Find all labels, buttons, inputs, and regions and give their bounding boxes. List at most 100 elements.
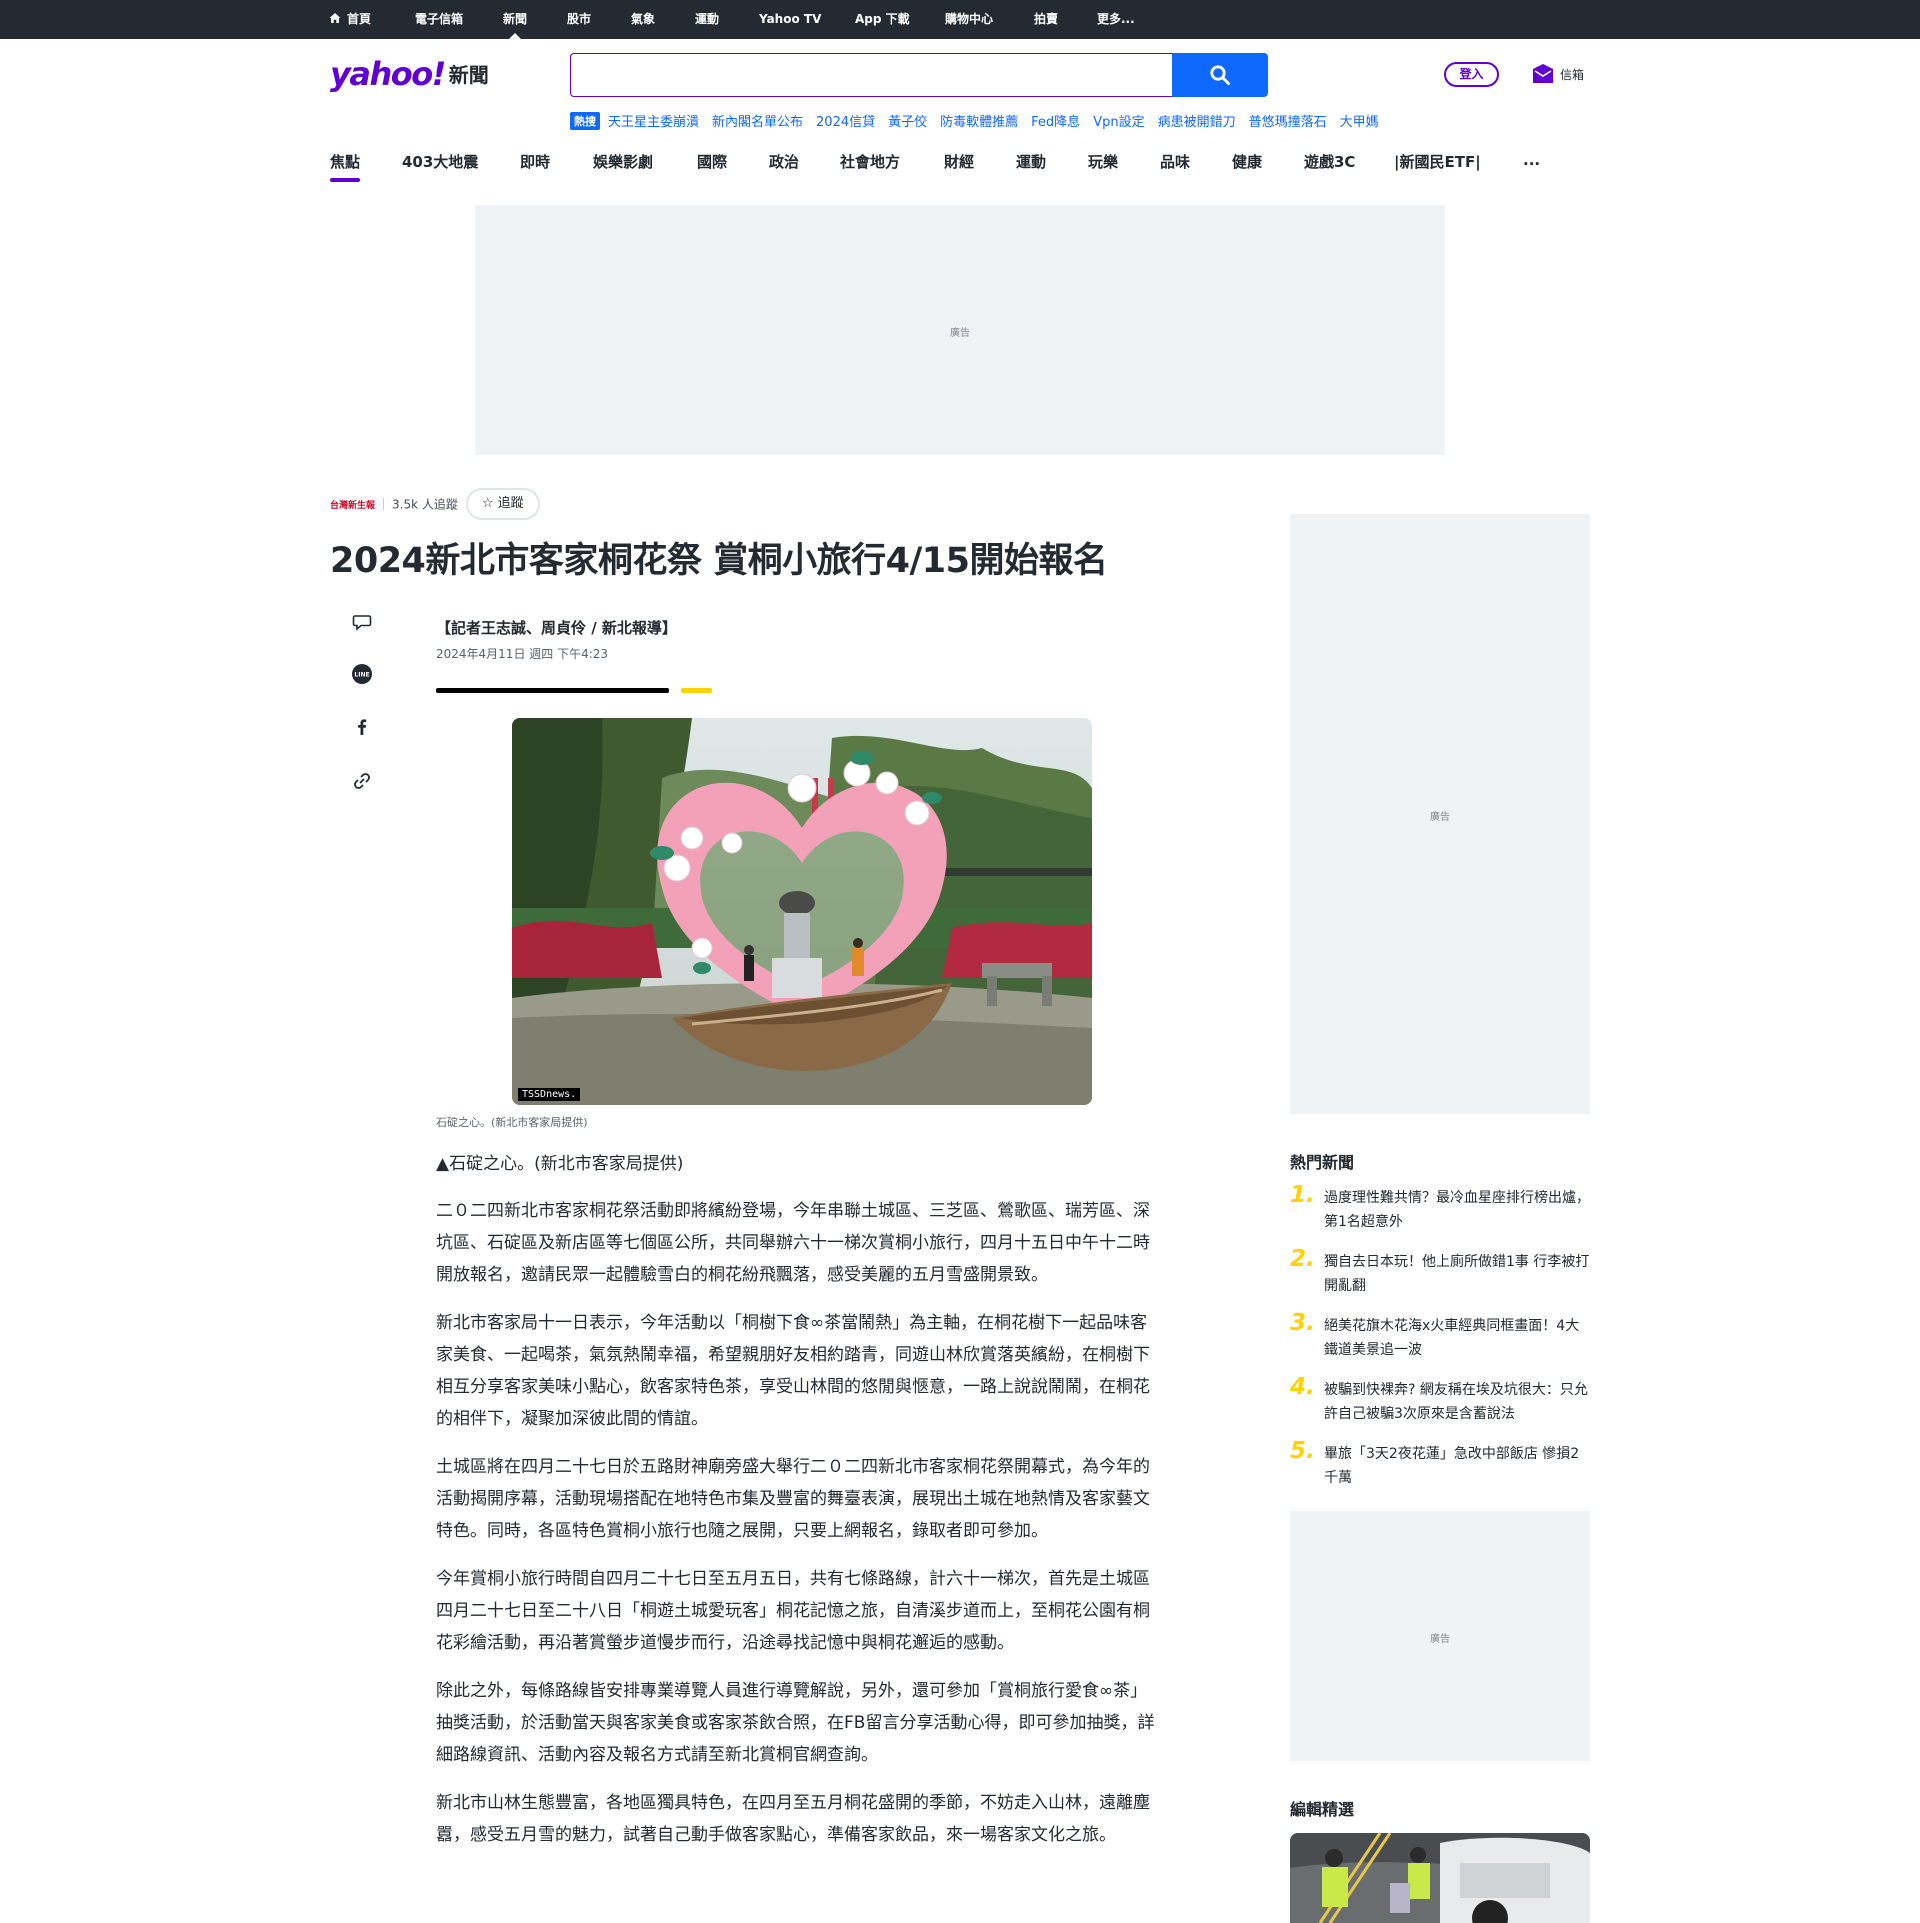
- category-tab-realtime[interactable]: 即時: [520, 151, 550, 183]
- article-paragraph: 除此之外，每條路線皆安排專業導覽人員進行導覽解說，另外，還可參加「賞桐旅行愛食∞…: [436, 1681, 1155, 1765]
- category-tab-games-3c[interactable]: 遊戲3C: [1304, 151, 1355, 183]
- article-divider: [436, 688, 669, 693]
- category-tab-international[interactable]: 國際: [697, 151, 727, 183]
- topbar-shopping[interactable]: 購物中心: [945, 0, 993, 39]
- article-paragraph: 新北市山林生態豐富，各地區獨具特色，在四月至五月桐花盛開的季節，不妨走入山林，遠…: [436, 1793, 1150, 1845]
- hot-news-rank: 4.: [1290, 1374, 1315, 1400]
- hot-news-item[interactable]: 3. 絕美花旗木花海x火車經典同框畫面！4大鐵道美景追一波: [1290, 1310, 1590, 1378]
- article-byline: 【記者王志誠、周貞伶 / 新北報導】: [436, 619, 677, 637]
- heart-arch-photo: [512, 718, 1092, 1105]
- hot-news-title: 絕美花旗木花海x火車經典同框畫面！4大鐵道美景追一波: [1324, 1318, 1580, 1358]
- topbar-mail[interactable]: 電子信箱: [415, 0, 463, 39]
- category-tab-travel[interactable]: 玩樂: [1088, 151, 1118, 183]
- trending-link[interactable]: 新內閣名單公布: [712, 115, 803, 130]
- trending-link[interactable]: 大甲媽: [1340, 115, 1379, 130]
- trending-link[interactable]: Vpn設定: [1093, 115, 1144, 130]
- trending-link[interactable]: 普悠瑪撞落石: [1249, 115, 1327, 130]
- hot-news-item[interactable]: 2. 獨自去日本玩！他上廁所做錯1事 行李被打開亂翻: [1290, 1246, 1590, 1314]
- logo-section-text: 新聞: [448, 63, 489, 87]
- mail-label: 信箱: [1560, 67, 1585, 82]
- comment-button[interactable]: [348, 612, 376, 640]
- top-utility-bar: 首頁 電子信箱 新聞 股市 氣象 運動 Yahoo TV App 下載 購物中心…: [0, 0, 1920, 39]
- category-tab-health[interactable]: 健康: [1232, 151, 1262, 183]
- hot-news-item[interactable]: 1. 過度理性難共情？最冷血星座排行榜出爐，第1名超意外: [1290, 1182, 1590, 1250]
- follow-button[interactable]: ☆ 追蹤: [465, 488, 540, 520]
- topbar-app-download[interactable]: App 下載: [855, 0, 910, 39]
- provider-divider: [383, 498, 385, 510]
- ad-label: 廣告: [1430, 1634, 1450, 1645]
- topbar-home-label: 首頁: [347, 12, 372, 26]
- trending-link[interactable]: 病患被開錯刀: [1158, 115, 1236, 130]
- ad-label: 廣告: [950, 328, 970, 339]
- yahoo-news-logo[interactable]: yahoo! 新聞: [330, 55, 489, 95]
- article-paragraph: 今年賞桐小旅行時間自四月二十七日至五月五日，共有七條路線，計六十一梯次，首先是土…: [436, 1569, 1150, 1653]
- provider-bar: 台灣新生報 3.5k 人追蹤 ☆ 追蹤: [330, 488, 540, 520]
- article-paragraph: 新北市客家局十一日表示，今年活動以「桐樹下食∞茶當鬧熱」為主軸，在桐花樹下一起品…: [436, 1313, 1150, 1429]
- hot-news-list: 1. 過度理性難共情？最冷血星座排行榜出爐，第1名超意外 2. 獨自去日本玩！他…: [1290, 1182, 1590, 1506]
- article-date: 2024年4月11日 週四 下午4:23: [436, 647, 609, 661]
- hot-news-item[interactable]: 4. 被騙到快裸奔? 網友稱在埃及坑很大：只允許自己被騙3次原來是含蓄說法: [1290, 1374, 1590, 1442]
- comment-icon: [352, 615, 372, 631]
- mail-link[interactable]: 信箱: [1531, 62, 1584, 88]
- ad-sidebar-middle[interactable]: 廣告: [1290, 1511, 1590, 1761]
- hot-news-title: 過度理性難共情？最冷血星座排行榜出爐，第1名超意外: [1324, 1190, 1590, 1230]
- category-tab-earthquake[interactable]: 403大地震: [402, 151, 478, 183]
- ad-sidebar-top[interactable]: 廣告: [1290, 514, 1590, 1114]
- category-more-button[interactable]: ...: [1523, 151, 1540, 183]
- category-tab-focus[interactable]: 焦點: [330, 151, 361, 183]
- share-facebook-button[interactable]: [348, 717, 376, 745]
- trending-link[interactable]: 2024信貸: [816, 115, 875, 130]
- category-tab-etf[interactable]: |新國民ETF|: [1394, 151, 1481, 183]
- topbar-sports[interactable]: 運動: [695, 0, 719, 39]
- trending-link[interactable]: 天王星主委崩潰: [608, 115, 699, 130]
- hot-news-title: 被騙到快裸奔? 網友稱在埃及坑很大：只允許自己被騙3次原來是含蓄說法: [1324, 1382, 1588, 1422]
- login-button[interactable]: 登入: [1444, 62, 1499, 87]
- hot-news-title: 畢旅「3天2夜花蓮」急改中部飯店 慘損2千萬: [1324, 1446, 1580, 1486]
- copy-link-button[interactable]: [348, 771, 376, 799]
- search-box: [570, 53, 1173, 97]
- mail-icon: [1533, 64, 1553, 83]
- topbar-more[interactable]: 更多...: [1097, 0, 1135, 39]
- svg-text:LINE: LINE: [354, 672, 369, 679]
- editor-pick-image[interactable]: [1290, 1833, 1590, 1923]
- trending-link[interactable]: 防毒軟體推薦: [940, 115, 1018, 130]
- category-tab-taste[interactable]: 品味: [1160, 151, 1190, 183]
- hot-news-rank: 1.: [1290, 1182, 1315, 1208]
- share-line-button[interactable]: LINE: [348, 663, 376, 691]
- hot-news-title: 獨自去日本玩！他上廁所做錯1事 行李被打開亂翻: [1324, 1254, 1590, 1294]
- article-body: ▲石碇之心。(新北市客家局提供) 二０二四新北市客家桐花祭活動即將繽紛登場，今年…: [436, 1148, 1161, 1867]
- category-tab-sports[interactable]: 運動: [1016, 151, 1046, 183]
- ad-banner-top[interactable]: 廣告: [475, 205, 1445, 455]
- provider-logo[interactable]: 台灣新生報: [330, 498, 375, 511]
- category-tab-politics[interactable]: 政治: [769, 151, 799, 183]
- article-paragraph: 土城區將在四月二十七日於五路財神廟旁盛大舉行二０二四新北市客家桐花祭開幕式，為今…: [436, 1457, 1150, 1541]
- topbar-yahoo-tv[interactable]: Yahoo TV: [759, 0, 821, 39]
- line-icon: LINE: [352, 664, 372, 684]
- article-title: 2024新北市客家桐花祭 賞桐小旅行4/15開始報名: [330, 541, 1108, 581]
- topbar-news[interactable]: 新聞: [503, 0, 527, 39]
- trending-link[interactable]: Fed降息: [1031, 115, 1080, 130]
- trending-bar: 熱搜 天王星主委崩潰 新內閣名單公布 2024信貸 黃子佼 防毒軟體推薦 Fed降息 Vpn設…: [570, 111, 1392, 130]
- category-tab-entertainment[interactable]: 娛樂影劇: [593, 151, 653, 183]
- home-icon: [329, 13, 341, 23]
- image-caption: 石碇之心。(新北市客家局提供): [436, 1116, 588, 1129]
- article-divider-accent: [681, 688, 712, 693]
- hot-news-rank: 2.: [1290, 1246, 1315, 1272]
- topbar-auction[interactable]: 拍賣: [1034, 0, 1058, 39]
- hot-news-item[interactable]: 5. 畢旅「3天2夜花蓮」急改中部飯店 慘損2千萬: [1290, 1438, 1590, 1506]
- link-icon: [354, 773, 370, 789]
- search-button[interactable]: [1172, 53, 1268, 97]
- article-lead: ▲石碇之心。(新北市客家局提供): [436, 1154, 684, 1174]
- topbar-weather[interactable]: 氣象: [631, 0, 655, 39]
- topbar-stock[interactable]: 股市: [567, 0, 591, 39]
- trending-link[interactable]: 黃子佼: [888, 115, 927, 130]
- category-tab-society[interactable]: 社會地方: [840, 151, 900, 183]
- search-input[interactable]: [571, 54, 1173, 96]
- trending-tag: 熱搜: [570, 112, 600, 130]
- category-tab-finance[interactable]: 財經: [944, 151, 974, 183]
- image-watermark: TSSDnews.: [518, 1088, 581, 1101]
- logo-yahoo-text: yahoo!: [330, 55, 446, 93]
- article-image[interactable]: TSSDnews.: [512, 718, 1092, 1105]
- topbar-home[interactable]: 首頁: [329, 0, 371, 39]
- search-icon: [1210, 65, 1230, 85]
